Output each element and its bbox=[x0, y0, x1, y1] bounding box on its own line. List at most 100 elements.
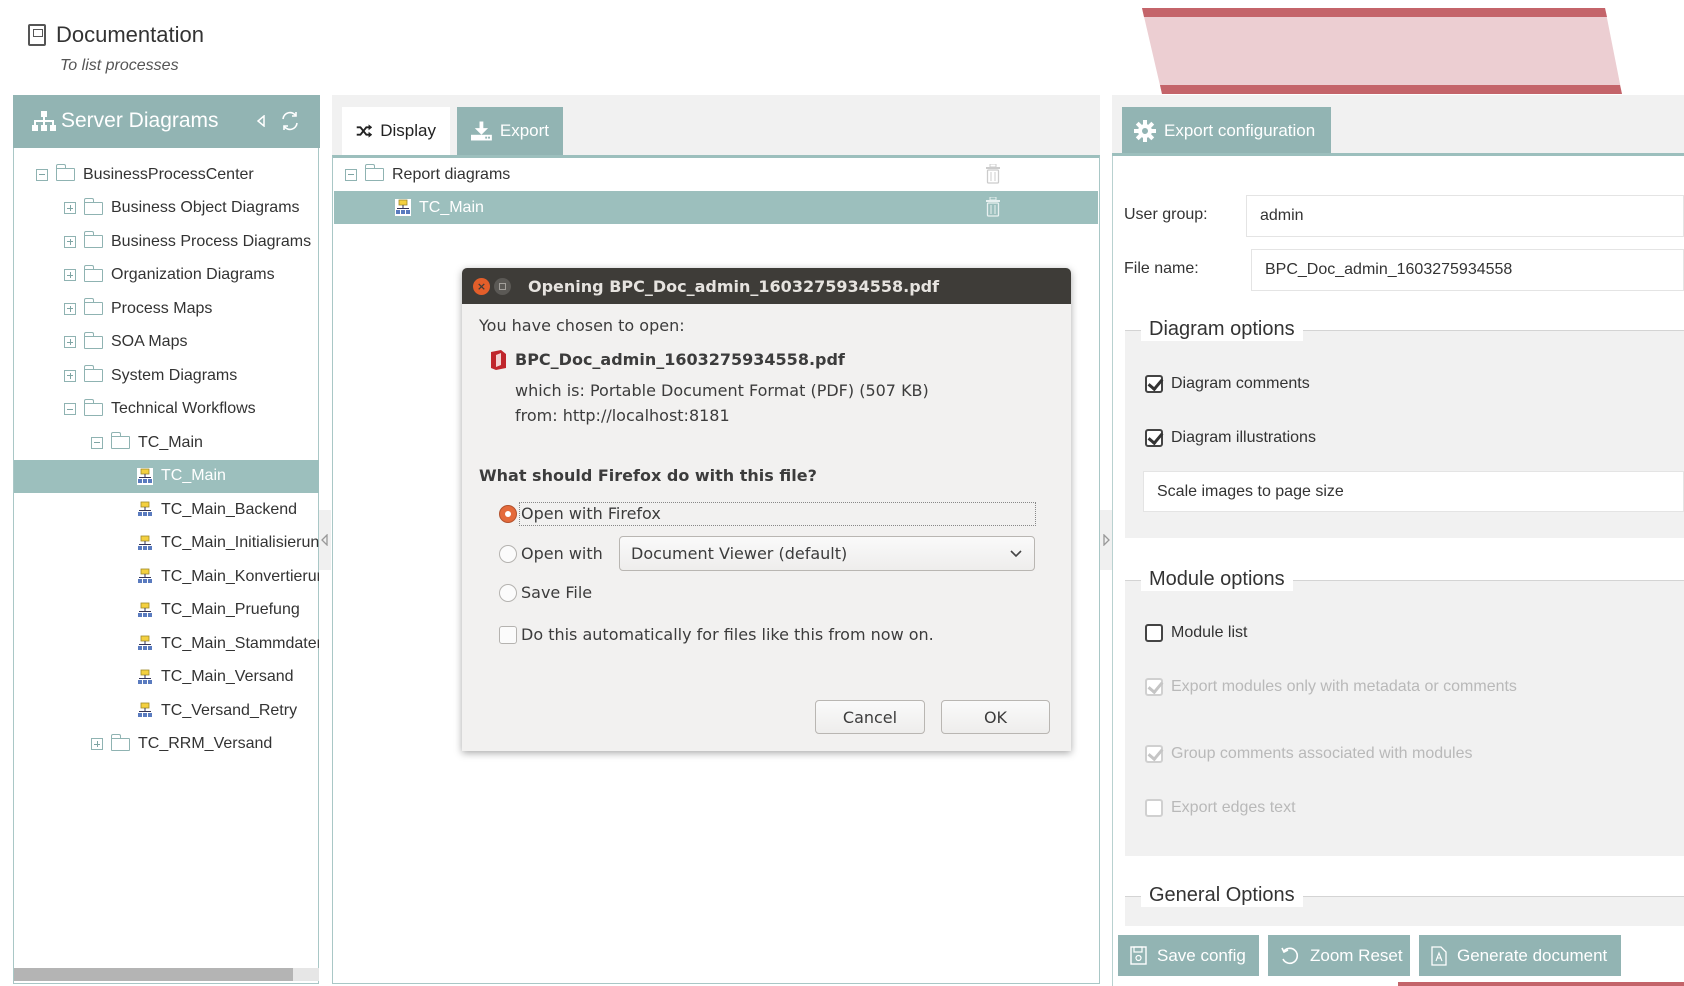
scale-images-select[interactable]: Scale images to page size bbox=[1143, 471, 1684, 512]
tree-item-label: Business Object Diagrams bbox=[111, 199, 300, 216]
tree-item[interactable]: SOA Maps bbox=[14, 326, 319, 359]
decorative-banner bbox=[1142, 8, 1622, 94]
collapse-toggle-icon[interactable] bbox=[64, 403, 76, 415]
module-list-checkbox[interactable]: Module list bbox=[1145, 624, 1247, 642]
collapse-toggle-icon[interactable] bbox=[36, 168, 48, 181]
scrollbar-thumb[interactable] bbox=[14, 968, 293, 981]
expand-toggle-icon[interactable] bbox=[64, 369, 76, 382]
tree-item-label: TC_RRM_Versand bbox=[138, 735, 273, 752]
expand-toggle-icon[interactable] bbox=[64, 336, 76, 348]
tree-item[interactable]: TC_Main_Backend bbox=[14, 493, 319, 526]
folder-icon bbox=[83, 365, 103, 382]
sitemap-icon bbox=[32, 111, 56, 131]
general-options-legend: General Options bbox=[1141, 884, 1303, 907]
checkbox-checked-icon bbox=[1145, 745, 1163, 763]
tab-display[interactable]: Display bbox=[342, 107, 450, 155]
radio-open-with[interactable] bbox=[499, 545, 517, 563]
tree-item-label: TC_Versand_Retry bbox=[161, 701, 298, 719]
tree-item[interactable]: TC_Main_Versand bbox=[14, 661, 319, 694]
tree-item[interactable]: Process Maps bbox=[14, 292, 319, 325]
shuffle-icon bbox=[356, 124, 373, 138]
open-with-firefox-label[interactable]: Open with Firefox bbox=[521, 504, 661, 523]
tab-label: Export configuration bbox=[1164, 121, 1316, 140]
tree-item-label: TC_Main bbox=[138, 433, 203, 451]
minimize-icon[interactable] bbox=[494, 278, 511, 295]
diagram-illustrations-checkbox[interactable]: Diagram illustrations bbox=[1145, 429, 1316, 447]
collapse-arrow-icon bbox=[321, 534, 328, 546]
tree-item[interactable]: BusinessProcessCenter bbox=[14, 158, 319, 191]
folder-icon bbox=[83, 197, 103, 215]
save-file-label[interactable]: Save File bbox=[521, 583, 592, 602]
diagram-icon bbox=[137, 602, 153, 619]
diagram-comments-checkbox[interactable]: Diagram comments bbox=[1145, 375, 1310, 393]
open-with-label[interactable]: Open with bbox=[521, 544, 603, 563]
refresh-icon[interactable] bbox=[279, 110, 301, 132]
tree-item[interactable]: TC_Main_Konvertierur bbox=[14, 560, 319, 593]
tab-underline bbox=[1112, 153, 1684, 156]
dialog-titlebar: × Opening BPC_Doc_admin_1603275934558.pd… bbox=[462, 268, 1071, 304]
tree-item[interactable]: Organization Diagrams bbox=[14, 259, 319, 292]
expand-toggle-icon[interactable] bbox=[91, 738, 103, 750]
diagram-options-legend: Diagram options bbox=[1141, 318, 1303, 341]
tree-item[interactable]: TC_Main_Stammdaten bbox=[14, 627, 319, 660]
diagram-icon bbox=[137, 535, 153, 552]
tree-item[interactable]: Business Process Diagrams bbox=[14, 225, 319, 258]
expand-toggle-icon[interactable] bbox=[64, 269, 76, 281]
group-comments-checkbox[interactable]: Group comments associated with modules bbox=[1145, 745, 1472, 763]
button-label: Generate document bbox=[1457, 945, 1608, 965]
close-icon[interactable]: × bbox=[473, 278, 490, 295]
generate-document-button[interactable]: Generate document bbox=[1419, 935, 1621, 976]
module-options-legend: Module options bbox=[1141, 568, 1293, 591]
right-splitter[interactable] bbox=[1100, 510, 1112, 570]
list-item-report-diagrams[interactable]: Report diagrams bbox=[334, 158, 1098, 191]
checkbox-label: Diagram comments bbox=[1171, 375, 1310, 392]
expand-toggle-icon[interactable] bbox=[64, 202, 76, 214]
checkbox-label: Module list bbox=[1171, 624, 1248, 641]
tree-item-label: System Diagrams bbox=[111, 366, 238, 384]
tree-item[interactable]: TC_Main_Pruefung bbox=[14, 594, 319, 627]
collapse-left-icon[interactable] bbox=[257, 115, 265, 127]
application-select-value: Document Viewer (default) bbox=[631, 544, 848, 563]
checkbox-label: Diagram illustrations bbox=[1171, 429, 1316, 446]
list-item-tc-main[interactable]: TC_Main bbox=[334, 191, 1098, 224]
trash-icon[interactable] bbox=[985, 197, 1001, 217]
left-splitter[interactable] bbox=[319, 510, 331, 570]
expand-toggle-icon[interactable] bbox=[64, 235, 76, 248]
auto-action-checkbox[interactable] bbox=[499, 626, 517, 644]
export-modules-metadata-checkbox[interactable]: Export modules only with metadata or com… bbox=[1145, 678, 1517, 696]
checkbox-unchecked-icon bbox=[1145, 624, 1163, 642]
tab-export-configuration[interactable]: Export configuration bbox=[1122, 107, 1331, 155]
tab-export[interactable]: Export bbox=[457, 107, 563, 155]
trash-icon[interactable] bbox=[985, 164, 1001, 184]
tree-item[interactable]: TC_Versand_Retry bbox=[14, 694, 319, 727]
book-icon bbox=[28, 24, 46, 46]
radio-save-file[interactable] bbox=[499, 584, 517, 602]
user-group-input[interactable]: admin bbox=[1246, 195, 1684, 237]
folder-icon bbox=[83, 264, 103, 282]
tree-item-label: Business Process Diagrams bbox=[111, 232, 312, 250]
tree-item[interactable]: TC_Main bbox=[14, 459, 319, 493]
tree-item[interactable]: TC_Main bbox=[14, 426, 319, 459]
tree-item[interactable]: System Diagrams bbox=[14, 359, 319, 392]
collapse-toggle-icon[interactable] bbox=[345, 168, 357, 181]
radio-open-with-firefox[interactable] bbox=[499, 505, 517, 523]
checkbox-label: Group comments associated with modules bbox=[1171, 745, 1473, 762]
tree-item[interactable]: TC_Main_Initialisierun bbox=[14, 527, 319, 560]
expand-toggle-icon[interactable] bbox=[64, 302, 76, 315]
auto-action-label[interactable]: Do this automatically for files like thi… bbox=[521, 625, 934, 644]
file-name-input[interactable]: BPC_Doc_admin_1603275934558 bbox=[1251, 249, 1684, 291]
zoom-reset-button[interactable]: Zoom Reset bbox=[1268, 935, 1410, 976]
tree-item[interactable]: TC_RRM_Versand bbox=[14, 728, 319, 761]
folder-open-icon bbox=[364, 164, 384, 181]
save-config-button[interactable]: Save config bbox=[1118, 935, 1259, 976]
export-edges-text-checkbox[interactable]: Export edges text bbox=[1145, 799, 1296, 817]
page-title: Documentation bbox=[56, 22, 204, 47]
tree-item[interactable]: Business Object Diagrams bbox=[14, 192, 319, 225]
ok-button[interactable]: OK bbox=[941, 700, 1050, 734]
tree-item[interactable]: Technical Workflows bbox=[14, 393, 319, 426]
application-select[interactable]: Document Viewer (default) bbox=[619, 536, 1035, 571]
folder-icon bbox=[83, 298, 103, 315]
collapse-toggle-icon[interactable] bbox=[91, 436, 103, 449]
tree-item-label: SOA Maps bbox=[111, 333, 188, 350]
cancel-button[interactable]: Cancel bbox=[815, 700, 925, 734]
